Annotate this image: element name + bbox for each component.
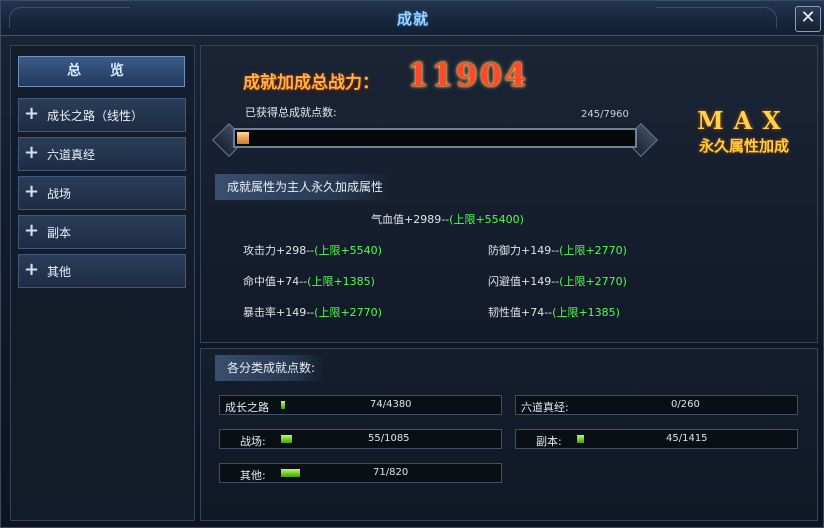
category-row-other: 其他: 71/820 <box>219 463 502 483</box>
total-points-progress-bar <box>212 120 658 157</box>
expand-plus-icon: + <box>24 181 40 202</box>
window-title: 成就 <box>396 10 429 28</box>
category-progress-fill <box>281 401 285 409</box>
category-name: 其他: <box>240 469 266 482</box>
attr-crit: 暴击率+149--(上限+2770) <box>243 306 382 319</box>
sidebar-item-label: 战场 <box>47 187 72 201</box>
category-progress-fill <box>281 435 292 443</box>
sidebar-item-dungeon[interactable]: + 副本 <box>18 215 186 249</box>
sidebar-item-label: 副本 <box>47 226 72 240</box>
category-name: 成长之路 <box>225 401 269 414</box>
attributes-section-title: 成就属性为主人永久加成属性 <box>215 174 394 200</box>
total-power-value: 11904 <box>407 56 529 94</box>
expand-plus-icon: + <box>24 259 40 280</box>
category-row-battlefield: 战场: 55/1085 <box>219 429 502 449</box>
total-power-label: 成就加成总战力： <box>243 73 379 93</box>
max-badge: MAX 永久属性加成 <box>679 106 809 156</box>
category-value: 55/1085 <box>368 433 410 444</box>
attr-hp: 气血值+2989--(上限+55400) <box>371 213 524 226</box>
category-points-panel: 各分类成就点数: 成长之路 74/4380 六道真经: 0/260 战场: 55… <box>200 348 818 521</box>
sidebar-item-six-paths[interactable]: + 六道真经 <box>18 137 186 171</box>
total-points-value: 245/7960 <box>581 109 629 120</box>
category-sidebar: 总 览 + 成长之路（线性） + 六道真经 + 战场 + 副本 + 其他 <box>10 45 195 521</box>
category-progress-fill <box>577 435 584 443</box>
sidebar-item-label: 六道真经 <box>47 148 96 162</box>
sidebar-item-label: 成长之路（线性） <box>47 109 144 123</box>
attr-toughness: 韧性值+74--(上限+1385) <box>488 306 620 319</box>
total-points-label: 已获得总成就点数: <box>245 106 337 119</box>
title-bar: 成就 ✕ <box>1 1 824 36</box>
category-name: 副本: <box>536 435 562 448</box>
expand-plus-icon: + <box>24 103 40 124</box>
attr-attack: 攻击力+298--(上限+5540) <box>243 244 382 257</box>
sidebar-item-growth-path[interactable]: + 成长之路（线性） <box>18 98 186 132</box>
attr-hit: 命中值+74--(上限+1385) <box>243 275 375 288</box>
category-progress-fill <box>281 469 300 477</box>
category-row-growth-path: 成长之路 74/4380 <box>219 395 502 415</box>
sidebar-item-label: 其他 <box>47 265 72 279</box>
category-row-six-paths: 六道真经: 0/260 <box>515 395 798 415</box>
achievement-window: 成就 ✕ 总 览 + 成长之路（线性） + 六道真经 + 战场 + 副本 + 其… <box>0 0 824 528</box>
progress-fill <box>237 132 249 144</box>
close-button[interactable]: ✕ <box>795 6 821 32</box>
overview-button[interactable]: 总 览 <box>18 56 185 87</box>
sidebar-item-other[interactable]: + 其他 <box>18 254 186 288</box>
category-value: 74/4380 <box>370 399 412 410</box>
category-name: 六道真经: <box>521 401 569 414</box>
max-subtitle: 永久属性加成 <box>698 137 789 155</box>
category-value: 45/1415 <box>666 433 708 444</box>
category-name: 战场: <box>240 435 266 448</box>
max-title: MAX <box>697 106 791 135</box>
category-value: 0/260 <box>671 399 700 410</box>
category-section-title: 各分类成就点数: <box>215 355 326 381</box>
attr-dodge: 闪避值+149--(上限+2770) <box>488 275 627 288</box>
attr-defense: 防御力+149--(上限+2770) <box>488 244 627 257</box>
category-row-dungeon: 副本: 45/1415 <box>515 429 798 449</box>
sidebar-item-battlefield[interactable]: + 战场 <box>18 176 186 210</box>
expand-plus-icon: + <box>24 220 40 241</box>
achievement-summary-panel: 成就加成总战力： 11904 已获得总成就点数: 245/7960 MAX 永久… <box>200 45 818 343</box>
expand-plus-icon: + <box>24 142 40 163</box>
progress-track <box>233 128 637 148</box>
category-value: 71/820 <box>373 467 409 478</box>
